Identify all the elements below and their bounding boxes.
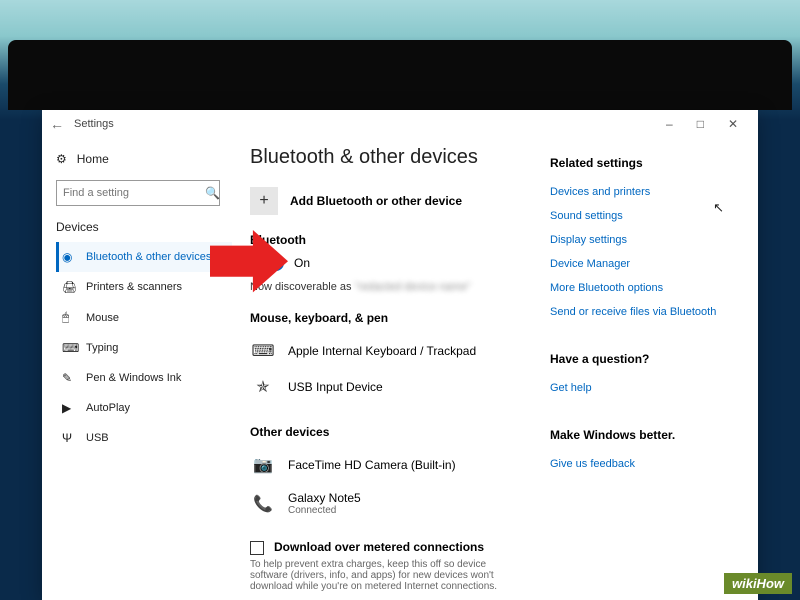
main-column: Bluetooth & other devices + Add Bluetoot… xyxy=(250,146,522,592)
sidebar-item-label: Typing xyxy=(86,342,118,354)
sidebar-item-mouse[interactable]: 🖱 Mouse xyxy=(56,302,232,333)
bluetooth-section-head: Bluetooth xyxy=(250,233,522,247)
link-more-bluetooth[interactable]: More Bluetooth options xyxy=(550,276,740,300)
device-name: USB Input Device xyxy=(288,380,383,394)
content-area: ⚙ Home 🔍 Devices ◉ Bluetooth & other dev… xyxy=(42,138,758,600)
gear-icon: ⚙ xyxy=(56,152,67,166)
add-device-label: Add Bluetooth or other device xyxy=(290,194,462,208)
sidebar-item-label: Printers & scanners xyxy=(86,281,182,293)
device-row[interactable]: 📷 FaceTime HD Camera (Built-in) xyxy=(250,447,522,483)
search-icon: 🔍 xyxy=(205,186,220,200)
search-box[interactable]: 🔍 xyxy=(56,180,220,206)
usb-icon: Ψ xyxy=(62,431,76,445)
better-head: Make Windows better. xyxy=(550,428,740,442)
keyboard-icon: ⌨ xyxy=(250,341,276,361)
sidebar: ⚙ Home 🔍 Devices ◉ Bluetooth & other dev… xyxy=(42,138,232,600)
bluetooth-toggle[interactable] xyxy=(250,255,284,271)
add-device-button[interactable]: + Add Bluetooth or other device xyxy=(250,187,522,215)
phone-icon: 📞 xyxy=(250,494,276,514)
printer-icon: 🖨 xyxy=(62,280,76,294)
metered-label: Download over metered connections xyxy=(274,540,484,554)
settings-window: ← Settings – □ ✕ ⚙ Home 🔍 Devices ◉ Blue… xyxy=(42,110,758,600)
sidebar-item-usb[interactable]: Ψ USB xyxy=(56,423,232,453)
sidebar-item-label: USB xyxy=(86,432,109,444)
device-row[interactable]: ⌨ Apple Internal Keyboard / Trackpad xyxy=(250,333,522,369)
related-settings-head: Related settings xyxy=(550,156,740,170)
pen-icon: ✎ xyxy=(62,371,76,385)
window-controls: – □ ✕ xyxy=(660,117,750,131)
close-icon[interactable]: ✕ xyxy=(722,117,744,131)
main-panel: Bluetooth & other devices + Add Bluetoot… xyxy=(232,138,758,600)
bluetooth-toggle-row: On xyxy=(250,255,522,271)
sidebar-item-label: AutoPlay xyxy=(86,402,130,414)
discoverable-text: Now discoverable as "redacted device nam… xyxy=(250,281,522,293)
device-row[interactable]: 📞 Galaxy Note5 Connected xyxy=(250,483,522,524)
titlebar: ← Settings – □ ✕ xyxy=(42,110,758,138)
sidebar-item-pen[interactable]: ✎ Pen & Windows Ink xyxy=(56,363,232,393)
metered-description: To help prevent extra charges, keep this… xyxy=(250,559,522,592)
home-button[interactable]: ⚙ Home xyxy=(56,146,232,172)
bluetooth-state: On xyxy=(294,256,310,270)
watermark: wikiHow xyxy=(724,573,792,594)
autoplay-icon: ▶ xyxy=(62,401,76,415)
bluetooth-small-icon: ✯ xyxy=(250,377,276,397)
other-section-head: Other devices xyxy=(250,425,522,439)
device-name: Apple Internal Keyboard / Trackpad xyxy=(288,344,476,358)
window-title: Settings xyxy=(74,118,114,130)
metered-row: Download over metered connections xyxy=(250,540,522,555)
minimize-icon[interactable]: – xyxy=(660,117,679,131)
device-name: FaceTime HD Camera (Built-in) xyxy=(288,458,456,472)
sidebar-item-label: Bluetooth & other devices xyxy=(86,251,211,263)
metered-checkbox[interactable] xyxy=(250,541,264,555)
monitor-bezel xyxy=(8,40,792,110)
link-device-manager[interactable]: Device Manager xyxy=(550,252,740,276)
back-arrow-icon[interactable]: ← xyxy=(50,116,68,132)
search-input[interactable] xyxy=(63,187,205,199)
plus-icon: + xyxy=(250,187,278,215)
link-sound-settings[interactable]: Sound settings xyxy=(550,204,740,228)
device-name: Galaxy Note5 xyxy=(288,491,361,505)
mkp-section-head: Mouse, keyboard, & pen xyxy=(250,311,522,325)
bluetooth-icon: ◉ xyxy=(62,250,76,264)
sidebar-item-typing[interactable]: ⌨ Typing xyxy=(56,333,232,363)
page-heading: Bluetooth & other devices xyxy=(250,146,522,169)
home-label: Home xyxy=(77,152,109,166)
right-column: Related settings Devices and printers So… xyxy=(550,146,740,592)
device-row[interactable]: ✯ USB Input Device xyxy=(250,369,522,405)
sidebar-group-label: Devices xyxy=(56,220,232,234)
discoverable-prefix: Now discoverable as xyxy=(250,281,355,293)
redacted-name: "redacted device name" xyxy=(355,281,471,293)
mouse-icon: 🖱 xyxy=(62,310,76,325)
device-status: Connected xyxy=(288,505,361,516)
link-get-help[interactable]: Get help xyxy=(550,376,740,400)
cursor-icon: ↖ xyxy=(713,200,724,216)
link-devices-printers[interactable]: Devices and printers xyxy=(550,180,740,204)
sidebar-item-label: Mouse xyxy=(86,312,119,324)
link-feedback[interactable]: Give us feedback xyxy=(550,452,740,476)
sidebar-item-printers[interactable]: 🖨 Printers & scanners xyxy=(56,272,232,302)
camera-icon: 📷 xyxy=(250,455,276,475)
link-send-receive-files[interactable]: Send or receive files via Bluetooth xyxy=(550,300,740,324)
question-head: Have a question? xyxy=(550,352,740,366)
link-display-settings[interactable]: Display settings xyxy=(550,228,740,252)
sidebar-item-autoplay[interactable]: ▶ AutoPlay xyxy=(56,393,232,423)
sidebar-item-label: Pen & Windows Ink xyxy=(86,372,181,384)
maximize-icon[interactable]: □ xyxy=(691,117,710,131)
sidebar-item-bluetooth[interactable]: ◉ Bluetooth & other devices xyxy=(56,242,232,272)
keyboard-icon: ⌨ xyxy=(62,341,76,355)
